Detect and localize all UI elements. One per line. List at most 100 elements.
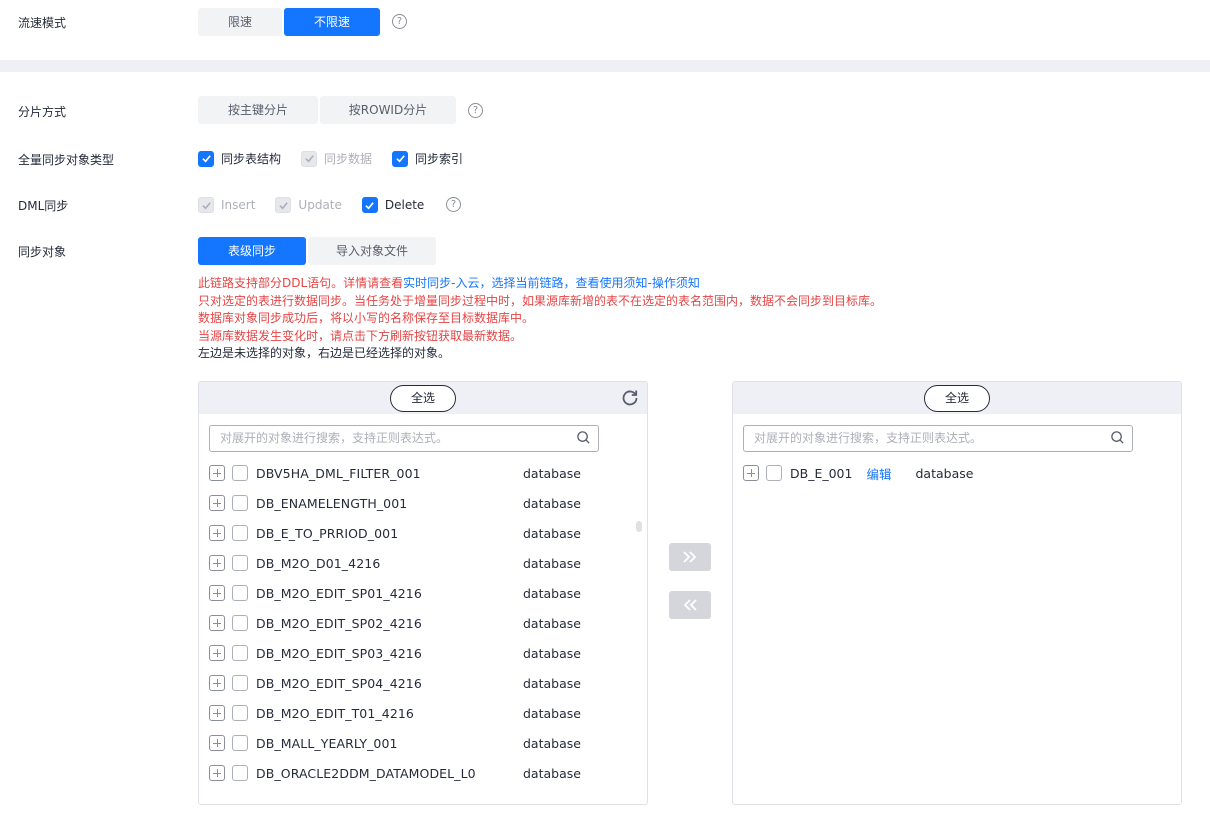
- checkbox-sync-index[interactable]: 同步索引: [392, 150, 463, 167]
- expand-icon[interactable]: [743, 465, 759, 481]
- list-item[interactable]: DB_M2O_D01_4216 database: [209, 548, 629, 578]
- list-item[interactable]: DB_MALL_YEARLY_001 database: [209, 728, 629, 758]
- flow-mode-segmented: 限速 不限速: [198, 8, 380, 36]
- select-all-button[interactable]: 全选: [924, 385, 990, 412]
- row-checkbox[interactable]: [232, 495, 248, 511]
- row-checkbox[interactable]: [232, 555, 248, 571]
- list-item[interactable]: DB_E_TO_PRRIOD_001 database: [209, 518, 629, 548]
- refresh-icon[interactable]: [621, 389, 639, 407]
- checkbox-disabled-icon: [275, 197, 292, 213]
- list-item[interactable]: DB_M2O_EDIT_T01_4216 database: [209, 698, 629, 728]
- object-type: database: [523, 525, 581, 541]
- select-all-button[interactable]: 全选: [390, 385, 456, 412]
- row-checkbox[interactable]: [232, 735, 248, 751]
- object-name: DB_MALL_YEARLY_001: [256, 735, 398, 751]
- list-item[interactable]: DB_M2O_EDIT_SP04_4216 database: [209, 668, 629, 698]
- scrollbar-thumb[interactable]: [636, 521, 642, 532]
- note-refresh-hint: 当源库数据发生变化时，请点击下方刷新按钮获取最新数据。: [198, 328, 523, 343]
- row-checkbox[interactable]: [766, 465, 782, 481]
- list-item[interactable]: DB_M2O_EDIT_SP01_4216 database: [209, 578, 629, 608]
- checkbox-checked-icon: [198, 150, 214, 167]
- list-item[interactable]: DB_ENAMELENGTH_001 database: [209, 488, 629, 518]
- panel-header: 全选: [199, 382, 647, 414]
- list-item[interactable]: DB_M2O_EDIT_SP03_4216 database: [209, 638, 629, 668]
- object-name: DB_ORACLE2DDM_DATAMODEL_L0: [256, 765, 476, 781]
- move-right-button[interactable]: [669, 543, 711, 571]
- help-icon[interactable]: ?: [392, 14, 407, 29]
- expand-icon[interactable]: [209, 675, 225, 691]
- checkbox-checked-icon: [361, 197, 378, 213]
- panel-header: 全选: [733, 382, 1181, 414]
- left-search-input[interactable]: 对展开的对象进行搜索，支持正则表达式。: [209, 425, 599, 452]
- expand-icon[interactable]: [209, 765, 225, 781]
- double-chevron-right-icon: [683, 551, 697, 563]
- row-checkbox[interactable]: [232, 645, 248, 661]
- list-item[interactable]: DB_E_001 编辑 database: [743, 458, 1163, 488]
- tab-table-level-sync[interactable]: 表级同步: [198, 237, 306, 265]
- object-type: database: [523, 465, 581, 481]
- search-icon[interactable]: [1110, 430, 1125, 445]
- move-left-button[interactable]: [669, 591, 711, 619]
- object-name: DB_M2O_D01_4216: [256, 555, 381, 571]
- edit-link[interactable]: 编辑: [866, 464, 891, 483]
- expand-icon[interactable]: [209, 645, 225, 661]
- object-type: database: [523, 765, 581, 781]
- note-ddl-text: 此链路支持部分DDL语句。详情请查看: [198, 276, 404, 290]
- flow-mode-unlimited-button[interactable]: 不限速: [284, 8, 380, 36]
- flow-mode-limited-button[interactable]: 限速: [198, 8, 282, 36]
- row-checkbox[interactable]: [232, 585, 248, 601]
- expand-icon[interactable]: [209, 705, 225, 721]
- dml-sync-label: DML同步: [18, 199, 69, 213]
- row-checkbox[interactable]: [232, 525, 248, 541]
- list-item[interactable]: DB_ORACLE2DDM_DATAMODEL_L0 database: [209, 758, 629, 788]
- object-name: DB_ENAMELENGTH_001: [256, 495, 408, 511]
- list-item[interactable]: DB_M2O_EDIT_SP02_4216 database: [209, 608, 629, 638]
- help-icon[interactable]: ?: [468, 103, 483, 118]
- section-divider: [0, 60, 1210, 72]
- checkbox-label: 同步表结构: [221, 152, 282, 166]
- row-checkbox[interactable]: [232, 675, 248, 691]
- object-name: DB_E_TO_PRRIOD_001: [256, 525, 399, 541]
- checkbox-label: Update: [298, 198, 342, 212]
- expand-icon[interactable]: [209, 585, 225, 601]
- sync-notes: 此链路支持部分DDL语句。详情请查看实时同步-入云，选择当前链路，查看使用须知-…: [198, 275, 882, 363]
- object-name: DB_M2O_EDIT_SP02_4216: [256, 615, 422, 631]
- shard-by-primary-key-button[interactable]: 按主键分片: [198, 96, 318, 124]
- shard-by-rowid-button[interactable]: 按ROWID分片: [320, 96, 456, 124]
- row-checkbox[interactable]: [232, 615, 248, 631]
- object-type: database: [523, 615, 581, 631]
- expand-icon[interactable]: [209, 615, 225, 631]
- flow-mode-label: 流速模式: [18, 16, 67, 30]
- list-item[interactable]: DBV5HA_DML_FILTER_001 database: [209, 458, 629, 488]
- dml-sync-checkbox-group: Insert Update Delete: [198, 197, 444, 213]
- row-checkbox[interactable]: [232, 765, 248, 781]
- object-type: database: [523, 555, 581, 571]
- note-ddl-link[interactable]: 实时同步-入云，选择当前链路，查看使用须知-操作须知: [403, 276, 700, 290]
- object-type: database: [523, 645, 581, 661]
- note-selected-tables: 只对选定的表进行数据同步。当任务处于增量同步过程中时，如果源库新增的表不在选定的…: [198, 293, 883, 308]
- expand-icon[interactable]: [209, 735, 225, 751]
- expand-icon[interactable]: [209, 525, 225, 541]
- checkbox-delete[interactable]: Delete: [361, 197, 424, 213]
- row-checkbox[interactable]: [232, 465, 248, 481]
- tab-import-object-file[interactable]: 导入对象文件: [308, 237, 436, 265]
- shard-mode-segmented: 按主键分片 按ROWID分片: [198, 96, 456, 124]
- expand-icon[interactable]: [209, 495, 225, 511]
- full-sync-label: 全量同步对象类型: [18, 153, 115, 167]
- unselected-objects-panel: 全选 对展开的对象进行搜索，支持正则表达式。 DBV5HA_DML_FILTER…: [198, 381, 648, 805]
- help-icon[interactable]: ?: [446, 197, 461, 212]
- checkbox-sync-table-structure[interactable]: 同步表结构: [198, 150, 281, 167]
- object-type: database: [523, 585, 581, 601]
- expand-icon[interactable]: [209, 465, 225, 481]
- checkbox-disabled-icon: [301, 150, 318, 167]
- checkbox-sync-data: 同步数据: [301, 150, 372, 167]
- object-name: DB_M2O_EDIT_SP03_4216: [256, 645, 422, 661]
- object-name: DB_E_001: [790, 465, 853, 481]
- expand-icon[interactable]: [209, 555, 225, 571]
- search-icon[interactable]: [576, 430, 591, 445]
- object-name: DB_M2O_EDIT_SP01_4216: [256, 585, 422, 601]
- object-type: database: [523, 495, 581, 511]
- checkbox-label: 同步数据: [324, 152, 373, 166]
- row-checkbox[interactable]: [232, 705, 248, 721]
- right-search-input[interactable]: 对展开的对象进行搜索，支持正则表达式。: [743, 425, 1133, 452]
